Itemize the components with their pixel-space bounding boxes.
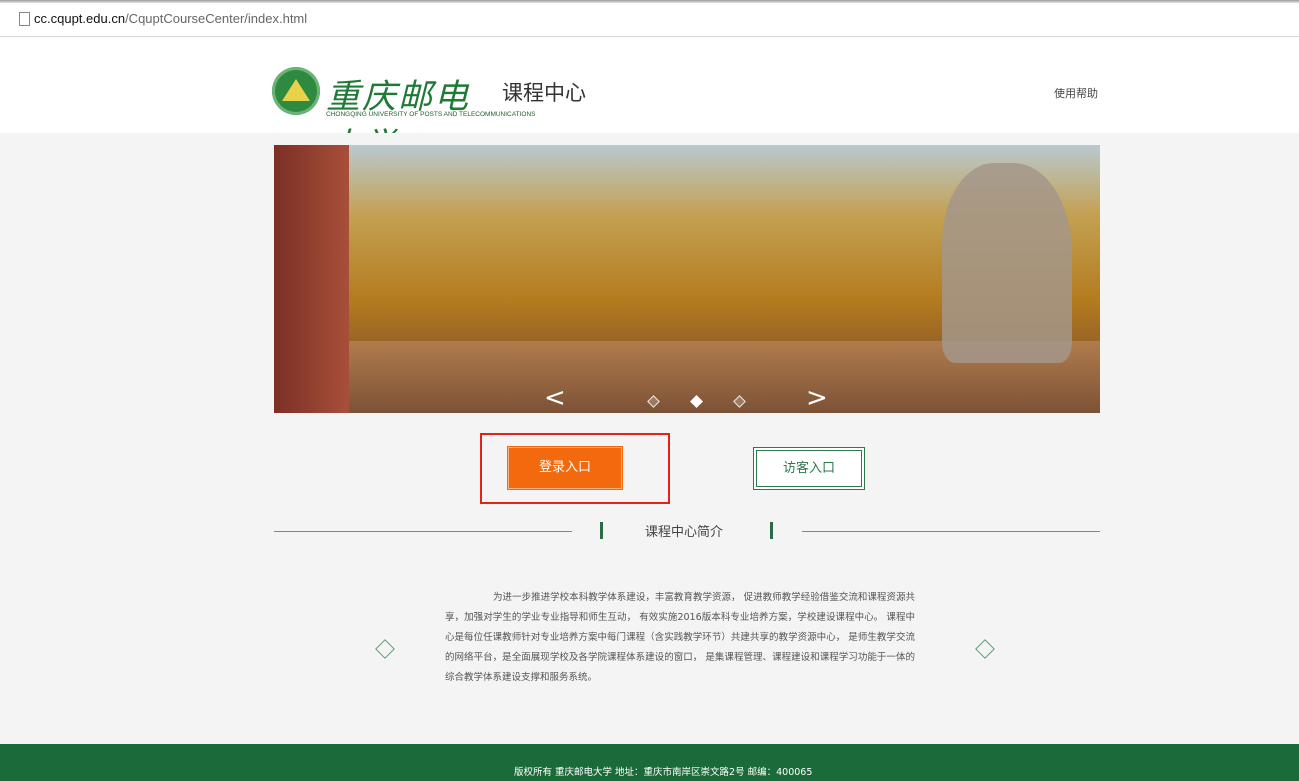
campus-banner-carousel: < >: [274, 145, 1100, 413]
carousel-indicators: [632, 391, 761, 408]
university-emblem-icon: [272, 67, 320, 115]
title-bar-left: [600, 522, 603, 539]
site-title: 课程中心: [502, 81, 586, 105]
chevron-left-icon: <: [544, 383, 566, 413]
carousel-prev-button[interactable]: <: [544, 383, 566, 413]
browser-address-bar[interactable]: cc.cqupt.edu.cn/CquptCourseCenter/index.…: [0, 0, 1299, 37]
url-text[interactable]: cc.cqupt.edu.cn/CquptCourseCenter/index.…: [34, 11, 307, 26]
chevron-right-icon: >: [806, 383, 828, 413]
url-path: /CquptCourseCenter/index.html: [125, 11, 308, 26]
page-icon: [19, 12, 30, 26]
logo-english-text: CHONGQING UNIVERSITY OF POSTS AND TELECO…: [326, 111, 536, 118]
diamond-left-icon: [375, 639, 395, 659]
intro-section-title: 课程中心简介: [645, 525, 724, 540]
university-logo[interactable]: 重庆邮电大学 CHONGQING UNIVERSITY OF POSTS AND…: [272, 67, 535, 166]
guest-entry-button[interactable]: 访客入口: [753, 447, 865, 490]
url-domain: cc.cqupt.edu.cn: [34, 11, 126, 26]
site-footer: 版权所有 重庆邮电大学 地址：重庆市南岸区崇文路2号 邮编：400065: [0, 744, 1299, 781]
banner-statue: [942, 163, 1072, 363]
site-header: 重庆邮电大学 CHONGQING UNIVERSITY OF POSTS AND…: [0, 37, 1299, 166]
carousel-next-button[interactable]: >: [806, 383, 828, 413]
section-divider-right: [802, 531, 1100, 532]
section-divider-left: [274, 531, 572, 532]
title-bar-right: [770, 522, 773, 539]
intro-paragraph: 为进一步推进学校本科教学体系建设，丰富教育教学资源， 促进教师教学经验借鉴交流和…: [445, 591, 915, 683]
login-entry-button[interactable]: 登录入口: [508, 447, 622, 489]
help-link[interactable]: 使用帮助: [1054, 85, 1098, 101]
banner-building: [274, 145, 349, 413]
diamond-right-icon: [975, 639, 995, 659]
browser-top-edge: [0, 0, 1299, 3]
main-content: < > 登录入口 访客入口 课程中心简介 为进一步推进学校本科教学体系建设，丰富…: [0, 133, 1299, 744]
footer-copyright: 版权所有 重庆邮电大学 地址：重庆市南岸区崇文路2号 邮编：400065: [514, 767, 813, 778]
